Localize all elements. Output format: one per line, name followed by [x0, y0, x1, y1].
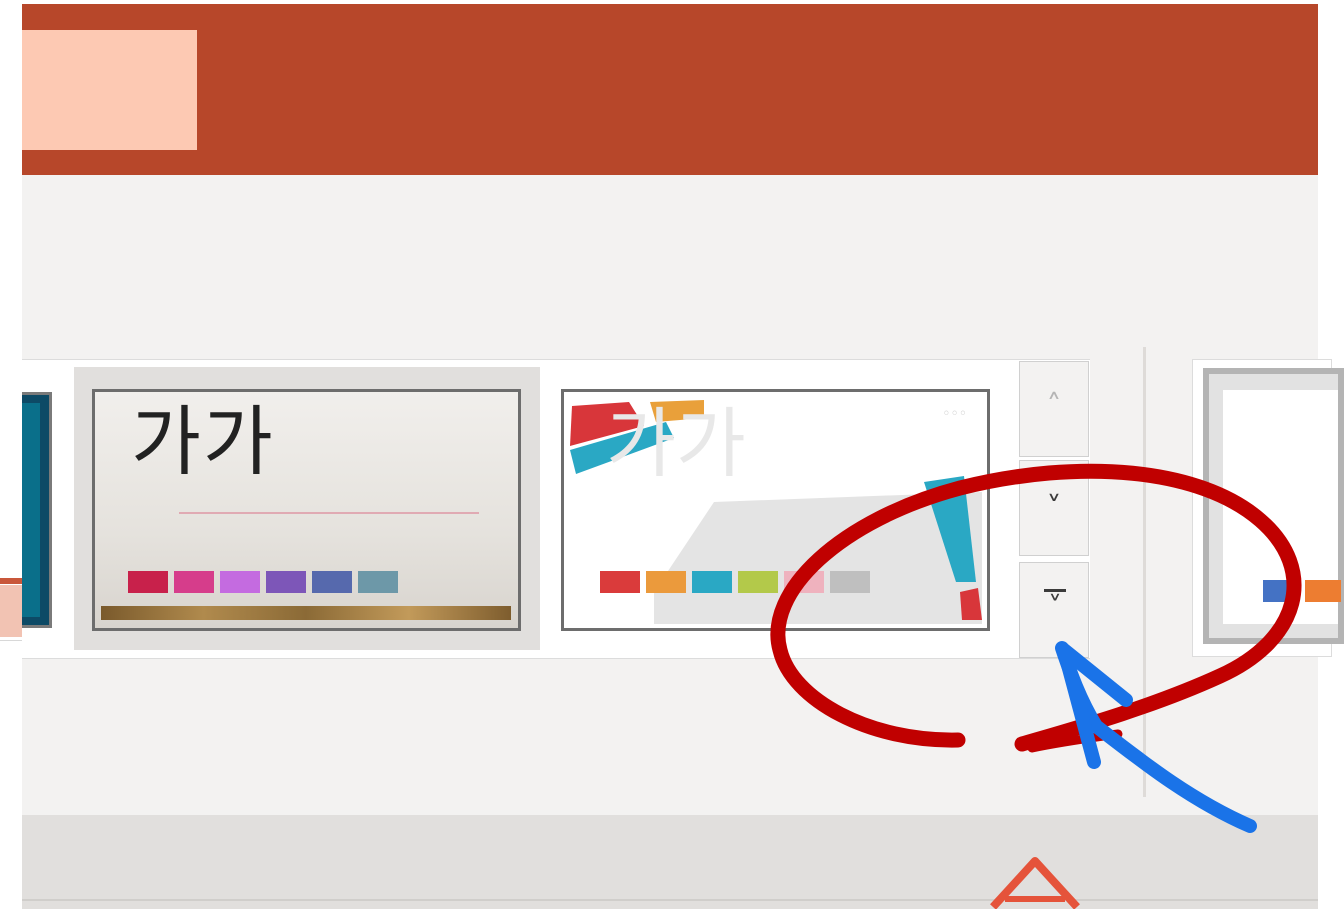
color-swatch: [174, 571, 214, 593]
selected-slide-strip: [0, 585, 22, 637]
color-swatch: [358, 571, 398, 593]
gallery-more-button[interactable]: ˅: [1019, 562, 1089, 658]
chevron-down-icon: ˅: [1046, 491, 1062, 526]
color-swatch: [784, 571, 824, 593]
gallery-scroll-down-button[interactable]: ˅: [1019, 460, 1089, 556]
theme-thumbnail-2[interactable]: 가가 ◦◦◦: [561, 389, 990, 631]
color-swatch: [600, 571, 640, 593]
color-swatch: [738, 571, 778, 593]
accent-line: [0, 578, 22, 584]
variant-thumbnail-inner: [1223, 390, 1341, 624]
theme-thumbnail-1[interactable]: 가가: [92, 389, 521, 631]
gallery-scroll-up-button[interactable]: ˄: [1019, 361, 1089, 457]
color-swatch: [646, 571, 686, 593]
color-swatch: [220, 571, 260, 593]
theme-color-swatches: [128, 571, 398, 593]
color-swatch: [1305, 580, 1341, 602]
expand-chevron-icon: ˅: [1048, 590, 1062, 623]
theme-thumbnail-partial[interactable]: [22, 392, 52, 628]
title-bar: [22, 4, 1318, 175]
theme-wood-band: [101, 606, 511, 620]
theme-title-text: 가가: [131, 397, 275, 486]
variant-thumbnail[interactable]: [1203, 368, 1344, 644]
ribbon-bottom-bar: [22, 815, 1318, 909]
left-edge-strip: [0, 0, 22, 909]
theme-color-swatches: [600, 571, 870, 593]
chevron-up-icon: ˄: [1046, 389, 1062, 424]
divider-line: [22, 899, 1318, 901]
divider-line: [0, 640, 22, 641]
powerpoint-window: 가가 가가 ◦◦◦ ˄ ˅ ˅: [0, 0, 1344, 909]
color-swatch: [312, 571, 352, 593]
color-swatch: [266, 571, 306, 593]
more-dots-icon: ◦◦◦: [942, 406, 967, 422]
theme-title-rule: [179, 512, 479, 514]
color-swatch: [1263, 580, 1299, 602]
color-swatch: [830, 571, 870, 593]
color-swatch: [692, 571, 732, 593]
group-divider: [1143, 347, 1146, 797]
theme-thumbnail-partial-inner: [22, 403, 40, 617]
color-swatch: [128, 571, 168, 593]
active-tab-highlight[interactable]: [22, 30, 197, 150]
theme-title-text: 가가: [606, 399, 746, 488]
variant-color-swatches: [1263, 580, 1341, 602]
collapse-ribbon-icon[interactable]: [985, 855, 1085, 909]
